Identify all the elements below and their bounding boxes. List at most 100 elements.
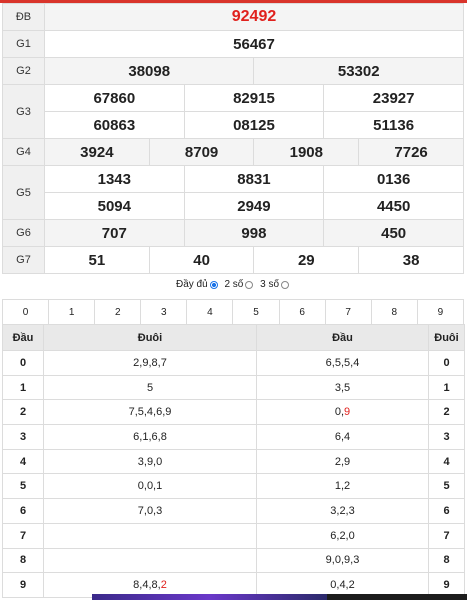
digit-filter-7[interactable]: 7 xyxy=(324,299,372,325)
head-list: 0,9 xyxy=(256,399,429,426)
head-list: 6,2,0 xyxy=(256,522,429,549)
table-row: 1 5 3,5 1 xyxy=(2,374,465,401)
tail-digit: 5 xyxy=(428,473,465,500)
head-list: 6,4 xyxy=(256,424,429,450)
prize-label-g1: G1 xyxy=(2,30,45,58)
g3-number: 23927 xyxy=(323,84,464,112)
tail-digit: 1 xyxy=(428,374,465,401)
tail-list: 5 xyxy=(43,374,257,401)
tail-digit: 0 xyxy=(428,350,465,376)
g3-number: 67860 xyxy=(44,84,185,112)
g2-number: 53302 xyxy=(253,57,464,85)
digit-filter-1[interactable]: 1 xyxy=(48,299,96,325)
banner-image xyxy=(92,594,327,600)
option-full-label: Đầy đủ xyxy=(175,279,208,290)
prize-label-g6: G6 xyxy=(2,219,45,247)
tail-digit: 8 xyxy=(428,547,465,574)
option-full[interactable]: Đầy đủ xyxy=(176,279,220,290)
g3-number: 08125 xyxy=(183,111,325,139)
tail-digit: 2 xyxy=(428,399,465,426)
tail-list: 3,9,0 xyxy=(43,448,257,475)
head-list: 1,2 xyxy=(256,473,429,500)
lottery-results-table: ĐB 92492 G1 56467 G2 38098 53302 G3 6786… xyxy=(2,3,464,274)
prize-label-db: ĐB xyxy=(2,3,45,31)
highlighted-digit: 2 xyxy=(160,579,167,592)
option-two-digit-label: 2 số xyxy=(224,279,244,290)
head-list: 2,9 xyxy=(256,448,429,475)
tail-list: 6,1,6,8 xyxy=(43,424,257,450)
table-row: 7 6,2,0 7 xyxy=(2,522,465,549)
digit-filter-0[interactable]: 0 xyxy=(1,299,50,325)
col-header-head: Đầu xyxy=(2,324,44,351)
head-digit: 1 xyxy=(2,374,44,401)
g1-number: 56467 xyxy=(44,30,464,58)
prize-label-g3: G3 xyxy=(2,84,45,139)
table-row: 3 6,1,6,8 6,4 3 xyxy=(2,424,465,450)
g3-number: 60863 xyxy=(44,111,185,139)
g7-number: 38 xyxy=(358,246,464,274)
g5-number: 5094 xyxy=(44,192,185,220)
digit-filter-6[interactable]: 6 xyxy=(278,299,326,325)
tail-digit: 6 xyxy=(428,498,465,524)
tail-list xyxy=(43,522,257,549)
table-row: 8 9,0,9,3 8 xyxy=(2,547,465,574)
g7-number: 51 xyxy=(44,246,150,274)
head-digit: 4 xyxy=(2,448,44,475)
digit-filter-row: 0 1 2 3 4 5 6 7 8 9 xyxy=(1,299,465,325)
radio-full[interactable] xyxy=(209,280,218,289)
banner-image xyxy=(327,594,467,600)
digit-filter-9[interactable]: 9 xyxy=(416,299,465,325)
g5-number: 0136 xyxy=(323,165,464,193)
digit-filter-5[interactable]: 5 xyxy=(232,299,280,325)
g6-number: 707 xyxy=(44,219,185,247)
digit-filter-2[interactable]: 2 xyxy=(94,299,142,325)
g6-number: 450 xyxy=(323,219,464,247)
g5-number: 4450 xyxy=(323,192,464,220)
tail-digit: 7 xyxy=(428,522,465,549)
option-two-digit[interactable]: 2 số xyxy=(224,279,255,290)
g6-number: 998 xyxy=(183,219,325,247)
prize-label-g2: G2 xyxy=(2,57,45,85)
head-digit: 0 xyxy=(2,350,44,376)
head-digit: 6 xyxy=(2,498,44,524)
digit-filter-8[interactable]: 8 xyxy=(370,299,418,325)
special-prize-number: 92492 xyxy=(44,3,464,31)
g3-number: 82915 xyxy=(183,84,325,112)
radio-three-digit[interactable] xyxy=(281,280,290,289)
head-digit: 9 xyxy=(2,572,44,598)
prize-label-g4: G4 xyxy=(2,138,45,166)
digit-filter-3[interactable]: 3 xyxy=(140,299,188,325)
head-list: 9,0,9,3 xyxy=(256,547,429,574)
head-digit: 5 xyxy=(2,473,44,500)
prize-label-g5: G5 xyxy=(2,165,45,220)
g3-number: 51136 xyxy=(323,111,464,139)
bottom-banner-strip xyxy=(92,594,467,600)
head-digit: 2 xyxy=(2,399,44,426)
col-header-tail: Đuôi xyxy=(428,324,465,351)
g2-number: 38098 xyxy=(43,57,255,85)
tail-digit: 3 xyxy=(428,424,465,450)
head-list: 3,2,3 xyxy=(256,498,429,524)
g4-number: 1908 xyxy=(253,138,360,166)
head-digit: 8 xyxy=(2,547,44,574)
table-row: 6 7,0,3 3,2,3 6 xyxy=(2,498,465,524)
tail-list: 0,0,1 xyxy=(43,473,257,500)
table-row: 0 2,9,8,7 6,5,5,4 0 xyxy=(2,350,465,376)
tail-list: 2,9,8,7 xyxy=(43,350,257,376)
head-digit: 7 xyxy=(2,522,44,549)
radio-two-digit[interactable] xyxy=(245,280,254,289)
g7-number: 40 xyxy=(148,246,255,274)
option-three-digit[interactable]: 3 số xyxy=(260,279,291,290)
prize-label-g7: G7 xyxy=(2,246,45,274)
col-header-tail: Đuôi xyxy=(43,324,257,351)
g5-number: 1343 xyxy=(44,165,185,193)
g4-number: 8709 xyxy=(148,138,255,166)
tail-list: 7,0,3 xyxy=(43,498,257,524)
head-list: 3,5 xyxy=(256,374,429,401)
tail-digit: 4 xyxy=(428,448,465,475)
g4-number: 7726 xyxy=(358,138,464,166)
head-list: 6,5,5,4 xyxy=(256,350,429,376)
tail-list xyxy=(43,547,257,574)
display-mode-selector: Đầy đủ 2 số 3 số xyxy=(0,279,467,290)
digit-filter-4[interactable]: 4 xyxy=(186,299,234,325)
